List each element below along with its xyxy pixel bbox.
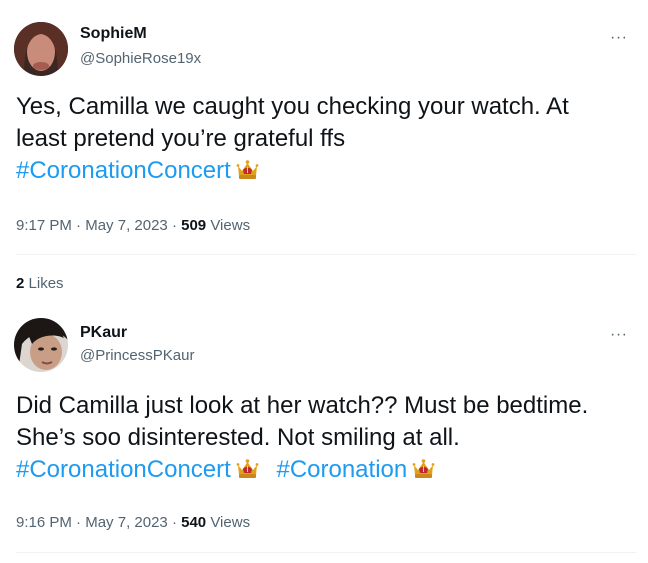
likes-label: Likes [28, 275, 64, 292]
hashtag-link[interactable]: #CoronationConcert [16, 157, 231, 184]
views-count: 509 [181, 217, 207, 234]
tweet-time[interactable]: 9:17 PM [16, 217, 72, 234]
display-name[interactable]: SophieM [80, 25, 147, 43]
tweet-text: Did Camilla just look at her watch?? Mus… [16, 390, 636, 486]
meta-separator: · [76, 514, 82, 531]
tweet-text-line: least pretend you’re grateful ffs [16, 125, 346, 152]
user-handle[interactable]: @SophieRose19x [80, 50, 201, 67]
tweet-date[interactable]: May 7, 2023 [85, 217, 168, 234]
divider [16, 552, 636, 553]
tweet-text-line: Did Camilla just look at her watch?? Mus… [16, 392, 589, 419]
crown-emoji-icon [235, 456, 260, 481]
tweet-meta: 9:17 PM · May 7, 2023 · 509 Views [16, 217, 250, 234]
likes-row[interactable]: 2 Likes [16, 275, 64, 292]
likes-count: 2 [16, 275, 25, 292]
crown-emoji-icon [411, 456, 436, 481]
tweet-meta: 9:16 PM · May 7, 2023 · 540 Views [16, 514, 250, 531]
tweet-date[interactable]: May 7, 2023 [85, 514, 168, 531]
display-name[interactable]: PKaur [80, 324, 127, 342]
tweet-text-line: She’s soo disinterested. Not smiling at … [16, 424, 460, 451]
more-options-icon[interactable]: ··· [610, 327, 627, 343]
meta-separator: · [171, 514, 177, 531]
tweet-text-line: Yes, Camilla we caught you checking your… [16, 93, 569, 120]
hashtag-line: #CoronationConcert #Coronation [16, 454, 636, 486]
user-handle[interactable]: @PrincessPKaur [80, 347, 194, 364]
hashtag-link[interactable]: #CoronationConcert [16, 456, 231, 483]
avatar[interactable] [14, 22, 68, 76]
crown-emoji-icon [235, 157, 260, 182]
hashtag-link[interactable]: #Coronation [276, 456, 407, 483]
hashtag-line: #CoronationConcert [16, 155, 636, 187]
tweet-text: Yes, Camilla we caught you checking your… [16, 91, 636, 187]
divider [16, 254, 636, 255]
more-options-icon[interactable]: ··· [610, 30, 627, 46]
views-label: Views [210, 217, 251, 234]
tweet-time[interactable]: 9:16 PM [16, 514, 72, 531]
avatar[interactable] [14, 318, 68, 372]
meta-separator: · [171, 217, 177, 234]
views-count: 540 [181, 514, 207, 531]
views-label: Views [210, 514, 251, 531]
meta-separator: · [76, 217, 82, 234]
